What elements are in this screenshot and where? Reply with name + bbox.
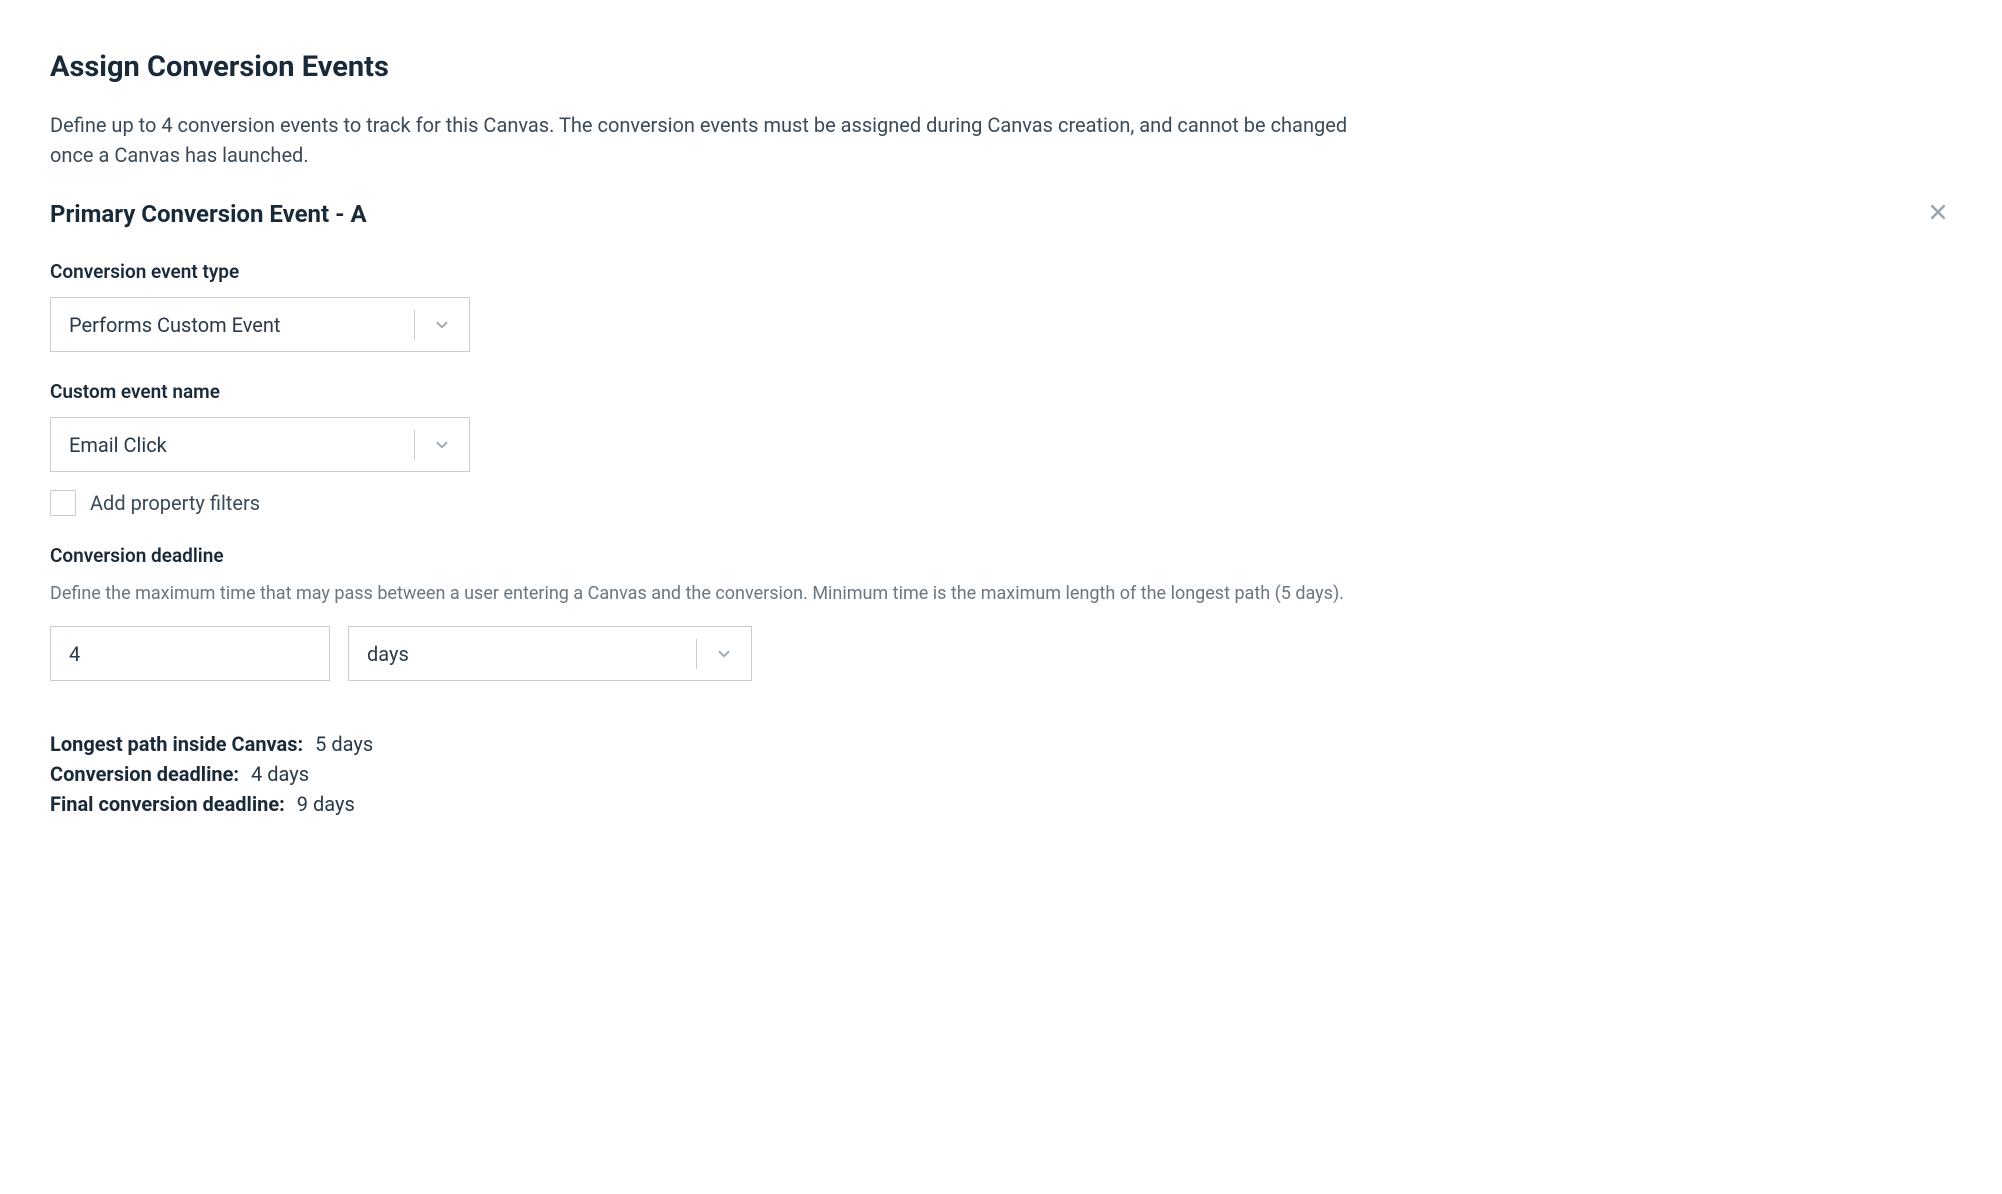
property-filters-row: Add property filters (50, 490, 1952, 516)
deadline-inputs: days (50, 626, 1952, 681)
event-type-field: Conversion event type Performs Custom Ev… (50, 260, 1952, 352)
chevron-down-icon (415, 436, 469, 454)
remove-event-button[interactable] (1924, 200, 1952, 228)
summary-final-label: Final conversion deadline: (50, 789, 285, 819)
event-name-select[interactable]: Email Click (50, 417, 470, 472)
deadline-unit-select[interactable]: days (348, 626, 752, 681)
summary-deadline-label: Conversion deadline: (50, 759, 239, 789)
property-filters-label: Add property filters (90, 491, 260, 515)
summary-final: Final conversion deadline: 9 days (50, 789, 1952, 819)
summary-longest-path-value: 5 days (315, 729, 373, 759)
summary-deadline: Conversion deadline: 4 days (50, 759, 1952, 789)
deadline-helper-text: Define the maximum time that may pass be… (50, 581, 1952, 606)
deadline-field: Conversion deadline Define the maximum t… (50, 544, 1952, 681)
event-section-title: Primary Conversion Event - A (50, 200, 367, 228)
event-section-header: Primary Conversion Event - A (50, 200, 1952, 228)
deadline-value-input[interactable] (50, 626, 330, 681)
close-icon (1928, 202, 1948, 226)
summary-longest-path: Longest path inside Canvas: 5 days (50, 729, 1952, 759)
chevron-down-icon (697, 645, 751, 663)
chevron-down-icon (415, 316, 469, 334)
summary-longest-path-label: Longest path inside Canvas: (50, 729, 303, 759)
event-name-label: Custom event name (50, 380, 1952, 403)
event-name-value: Email Click (51, 433, 414, 457)
event-name-field: Custom event name Email Click Add proper… (50, 380, 1952, 516)
deadline-label: Conversion deadline (50, 544, 1952, 567)
event-type-value: Performs Custom Event (51, 313, 414, 337)
event-type-select[interactable]: Performs Custom Event (50, 297, 470, 352)
event-type-label: Conversion event type (50, 260, 1952, 283)
deadline-summary: Longest path inside Canvas: 5 days Conve… (50, 729, 1952, 819)
property-filters-checkbox[interactable] (50, 490, 76, 516)
page-title: Assign Conversion Events (50, 50, 1952, 84)
summary-deadline-value: 4 days (251, 759, 309, 789)
deadline-unit-value: days (349, 642, 696, 666)
page-description: Define up to 4 conversion events to trac… (50, 110, 1350, 170)
summary-final-value: 9 days (297, 789, 355, 819)
